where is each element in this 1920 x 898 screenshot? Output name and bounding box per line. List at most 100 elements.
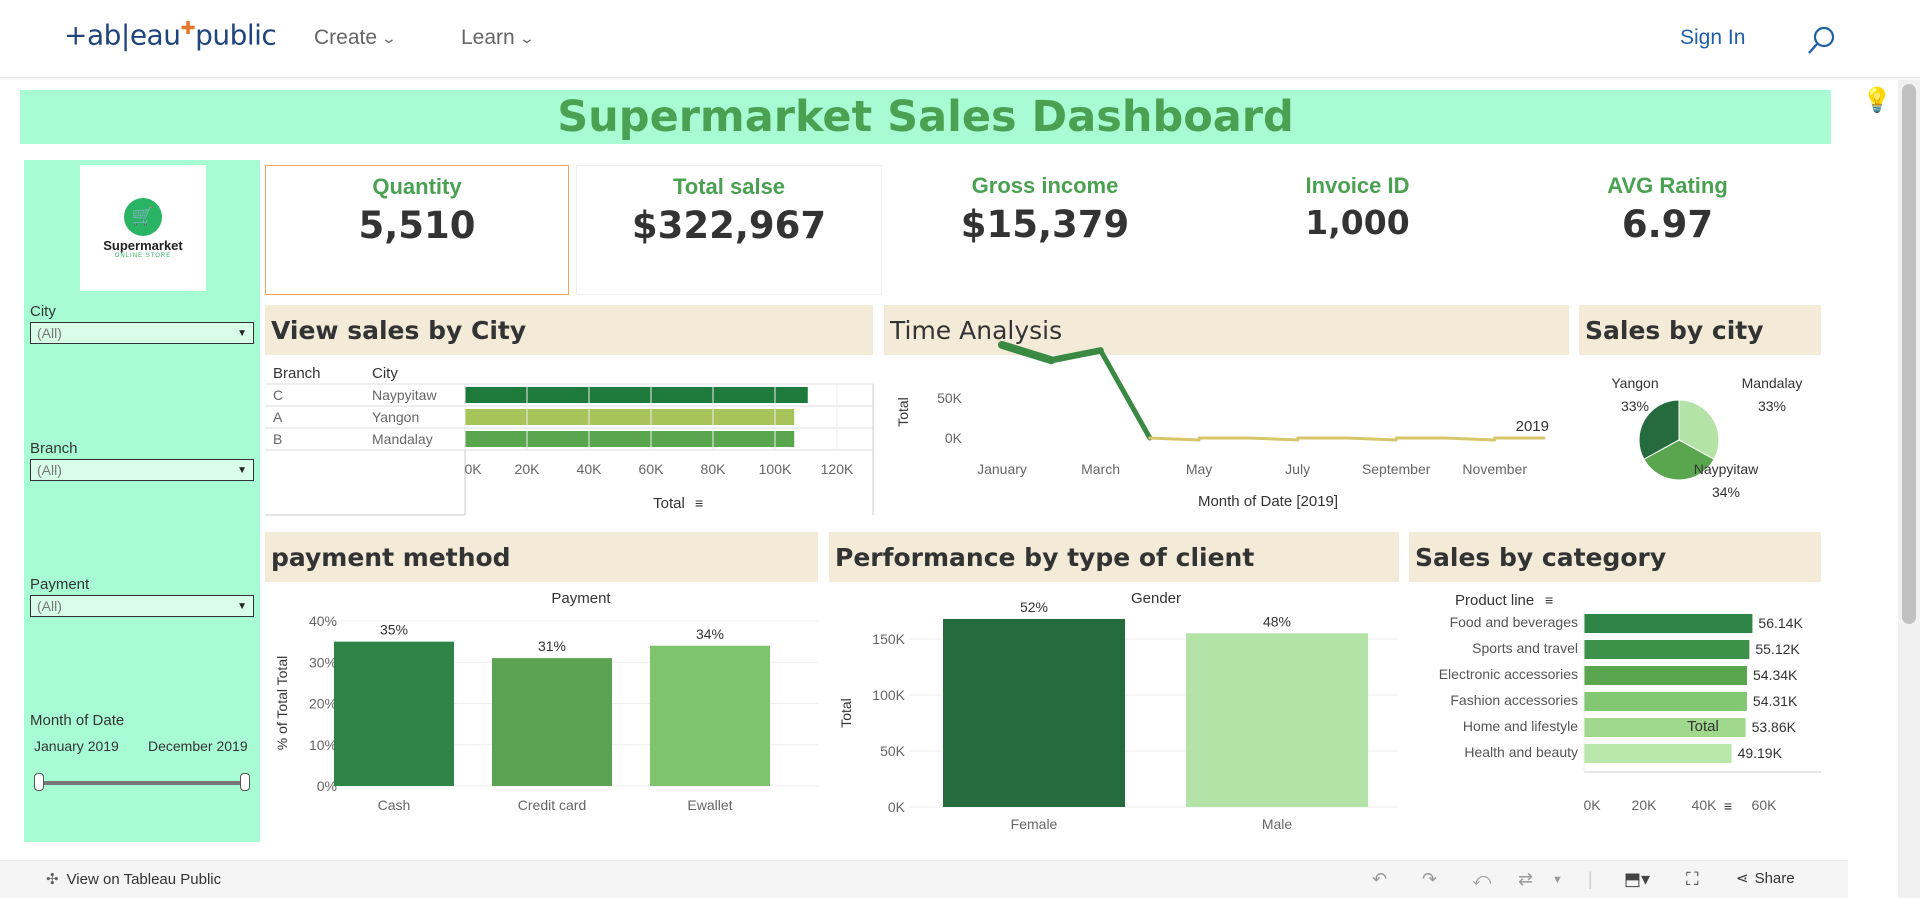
data-label: 52% [1020,599,1048,615]
chevron-down-icon[interactable]: ▼ [1552,874,1563,886]
x-tick-label: Credit card [518,797,586,813]
payment-filter-value: (All) [37,598,62,614]
sign-in-link[interactable]: Sign In [1680,26,1745,50]
x-tick-label: 120K [821,461,854,477]
panel-title-category: Sales by category [1409,532,1821,582]
x-tick-label: May [1186,461,1212,477]
y-tick-label: 0K [888,799,906,815]
payment-bar-chart[interactable]: Payment 0% 10% 20% 30% 40% % of Total Total 35%… [265,585,818,815]
bar [1584,640,1750,659]
nav-create[interactable]: Create ⌄ [314,26,397,50]
payment-filter-label: Payment [30,576,90,593]
column-header: City [372,365,398,382]
kpi-value: 1,000 [1305,203,1410,242]
kpi-value: 6.97 [1621,203,1714,246]
client-bar-chart[interactable]: Gender 0K 50K 100K 150K Total 52% Female 48% Male [829,585,1399,840]
sort-icon: ≡ [695,495,703,511]
data-label: 56.14K [1758,615,1803,631]
undo-icon[interactable]: ↶ [1372,869,1387,890]
pie-percent: 33% [1621,398,1649,414]
kpi-total-sales[interactable]: Total salse $322,967 [576,165,882,295]
category-bar-chart[interactable]: Product line ≡ Food and beverages 56.14K Spo… [1409,585,1821,835]
dropdown-arrow-icon: ▼ [237,464,247,476]
date-slider-end-handle[interactable] [240,773,250,791]
y-tick-label: 20% [309,696,337,712]
category-label: Health and beauty [1464,744,1578,760]
chart-header: Product line [1455,592,1534,609]
y-tick-label: 0% [317,778,337,794]
y-tick-label: 10% [309,737,337,753]
x-tick-label: July [1285,461,1310,477]
city-pie-chart[interactable]: Yangon 33% Mandalay 33% Naypyitaw 34% [1579,360,1821,526]
sort-icon: ≡ [1724,798,1732,814]
pie-label: Mandalay [1742,375,1803,391]
data-label: 49.19K [1738,745,1783,761]
date-slider-track[interactable] [36,781,246,785]
category-label: Fashion accessories [1450,692,1578,708]
city-filter-label: City [30,303,56,320]
column-header: Branch [273,365,321,382]
view-on-tableau-public-link[interactable]: ✣ View on Tableau Public [46,870,221,889]
date-slider-start-handle[interactable] [34,773,44,791]
line-segment [1148,436,1201,442]
logo-text: +ab|eau [64,18,181,52]
data-label: 35% [380,622,408,638]
payment-filter-select[interactable]: (All) ▼ [30,595,254,617]
bar [492,658,612,786]
nav-learn[interactable]: Learn ⌄ [461,26,535,50]
city-label: Yangon [372,409,419,425]
branch-filter-value: (All) [37,462,62,478]
share-button[interactable]: ⋖ Share [1736,869,1795,888]
x-tick-label: Cash [378,797,411,813]
x-tick-label: Male [1262,816,1293,832]
branch-label: C [273,387,283,403]
x-tick-label: 20K [515,461,541,477]
bar [465,387,808,403]
shopping-cart-icon: 🛒 [124,197,162,236]
branch-label: B [273,431,282,447]
y-tick-label: 30% [309,654,337,670]
dropdown-arrow-icon: ▼ [237,600,247,612]
city-bar-chart[interactable]: Branch City C Naypyitaw A Yangon B Mandalay 0K 20… [265,360,874,526]
date-filter-label: Month of Date [30,712,125,729]
refresh-icon[interactable]: ⇄ [1518,869,1533,890]
kpi-label: Invoice ID [1305,173,1410,198]
time-line-chart[interactable]: 0K 50K Total January March May July September No… [884,340,1569,526]
pie-percent: 33% [1758,398,1786,414]
dashboard-title-band: Supermarket Sales Dashboard [20,90,1831,144]
kpi-value: $322,967 [631,204,827,247]
lightbulb-icon[interactable]: 💡 [1862,86,1892,115]
search-icon[interactable] [1806,24,1838,56]
kpi-label: Gross income [971,173,1119,198]
panel-title-time: Time Analysis [884,305,1569,355]
annotation-label: 2019 [1516,418,1549,435]
x-axis-label: Total [1687,718,1719,735]
x-tick-label: 60K [639,461,665,477]
x-axis-label: Total [653,495,685,512]
panel-title-payment: payment method [265,532,818,582]
sort-icon: ≡ [1545,592,1553,608]
line-segment [1345,436,1398,442]
x-tick-label: 0K [1583,797,1601,813]
city-filter-select[interactable]: (All) ▼ [30,322,254,344]
x-tick-label: Female [1011,816,1058,832]
kpi-avg-rating[interactable]: AVG Rating 6.97 [1515,165,1820,295]
kpi-invoice-id[interactable]: Invoice ID 1,000 [1205,165,1510,295]
category-label: Home and lifestyle [1463,718,1578,734]
top-header: +ab|eau✚public Create ⌄ Learn ⌄ Sign In [0,0,1920,78]
tableau-public-logo[interactable]: +ab|eau✚public [64,18,277,52]
revert-icon[interactable]: ⤺ [1472,869,1491,890]
y-tick-label: 0K [945,430,963,446]
panel-title-city: View sales by City [265,305,873,355]
kpi-gross-income[interactable]: Gross income $15,379 [890,165,1200,295]
bar [1584,666,1748,685]
kpi-quantity[interactable]: Quantity 5,510 [265,165,569,295]
fullscreen-icon[interactable]: ⛶ [1686,869,1699,890]
download-icon[interactable]: ⬒▾ [1624,869,1650,890]
logo-brand: Supermarket [103,237,183,253]
redo-icon[interactable]: ↷ [1422,869,1437,890]
x-tick-label: January [977,461,1027,477]
branch-filter-select[interactable]: (All) ▼ [30,459,254,481]
scrollbar-thumb[interactable] [1902,84,1916,624]
x-tick-label: March [1081,461,1120,477]
